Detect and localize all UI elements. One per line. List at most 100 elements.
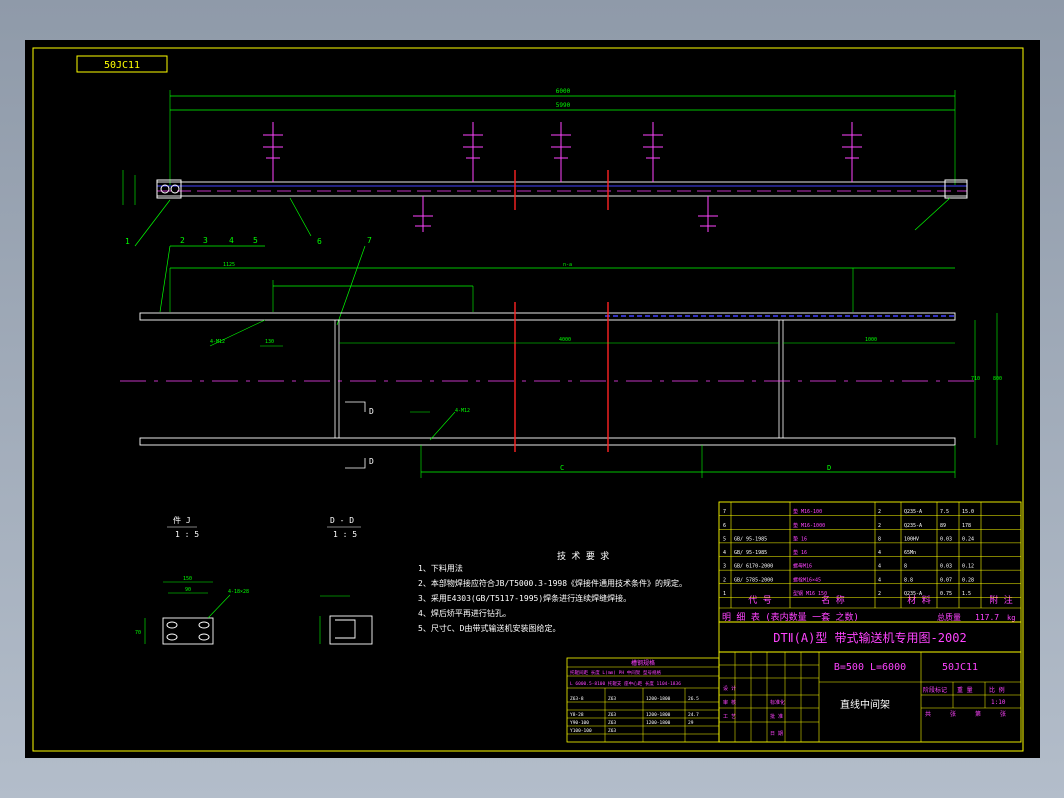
parts-cell-no: 4 (723, 550, 726, 556)
parts-cell-code: GB/ 95-1985 (734, 536, 767, 542)
parts-cell-mat: 100HV (904, 536, 919, 542)
parts-cell-w1: 0.03 (940, 536, 952, 542)
callout-2: 2 (180, 236, 185, 245)
parts-cell-w1: 0.07 (940, 577, 952, 583)
scale-label: 比 例 (989, 686, 1005, 694)
bolt-label-left: 4-M12 (210, 339, 225, 345)
tech-req-3: 3、采用E4303(GB/T5117-1995)焊条进行连续焊缝焊接。 (418, 593, 631, 603)
callout-5: 5 (253, 236, 258, 245)
parts-cell-qty: 4 (878, 577, 881, 583)
parts-cell-w1: 0.03 (940, 564, 952, 570)
parts-cell-qty: 4 (878, 550, 881, 556)
cut-d-top: D (369, 407, 374, 416)
view-j-label: 件 J (173, 515, 191, 525)
parts-cell-name: 垫 16 (793, 535, 807, 542)
detail-70: 70 (135, 630, 141, 636)
spec-cell: 1200-1800 (646, 712, 671, 718)
dim-4000: 4000 (559, 337, 571, 343)
dim-inner-text: 5990 (556, 102, 571, 109)
tech-req-4: 4、焊后矫平再进行钻孔。 (418, 608, 511, 618)
detail-holes: 4-18×28 (228, 589, 249, 595)
spec-table-note1: 托辊间距 长度 L(mm) PH 中间架 型号规格 (570, 669, 662, 676)
tech-req-5: 5、尺寸C、D由带式输送机安装图给定。 (418, 623, 560, 633)
parts-cell-mat: 8.8 (904, 577, 913, 583)
drawing-no: 50JC11 (942, 662, 978, 673)
tech-req-1: 1、下料用法 (418, 563, 463, 573)
parts-cell-mat: Q235-A (904, 591, 922, 597)
parts-cell-qty: 2 (878, 523, 881, 529)
sheet-no: 第 (975, 710, 981, 718)
parts-cell-mat: 65Mn (904, 550, 916, 556)
parts-cell-code: GB/ 95-1985 (734, 550, 767, 556)
dim-1000: 1000 (865, 337, 877, 343)
stage-label: 阶段标记 (923, 686, 947, 694)
rail-spec-table: 槽钢规格 托辊间距 长度 L(mm) PH 中间架 型号规格 L 6000.5-… (566, 657, 720, 743)
scale-value: 1:10 (991, 699, 1006, 706)
spec-text: B=500 L=6000 (834, 662, 906, 673)
mingxi-label: 明 细 表 (表内数量 一套 之数) (722, 611, 859, 623)
parts-cell-name: 螺母M16 (793, 563, 812, 570)
spec-cell: Y100-100 (570, 728, 592, 734)
dim-d: D (827, 464, 831, 472)
sheet-no-unit: 张 (1000, 710, 1006, 718)
detail-90: 90 (185, 587, 191, 593)
parts-cell-name: 型钢 M16 150 (793, 590, 827, 597)
spec-cell: Z63 (608, 696, 616, 702)
spec-cell: Y90-100 (570, 720, 589, 726)
dim-130: 130 (265, 339, 274, 345)
dim-800: 800 (993, 376, 1002, 382)
sheet-total: 共 (925, 710, 931, 718)
callout-4: 4 (229, 236, 234, 245)
parts-cell-qty: 4 (878, 564, 881, 570)
parts-cell-w2: 0.24 (962, 536, 974, 542)
parts-cell-code: GB/ 6170-2000 (734, 564, 773, 570)
detail-j: 件 J 1 : 5 150 90 70 4-18×28 (135, 515, 249, 645)
parts-cell-no: 3 (723, 564, 726, 570)
cut-d-bottom: D (369, 457, 374, 466)
tech-req-2: 2、本部物焊接应符合JB/T5000.3-1998《焊接件通用技术条件》的规定。 (418, 578, 687, 588)
series-title: DTⅡ(A)型 带式输送机专用图-2002 (773, 630, 966, 645)
dim-span-long: n-a (563, 262, 572, 268)
parts-cell-no: 6 (723, 523, 726, 529)
sign-design: 设 计 (723, 685, 736, 692)
callout-6: 6 (317, 237, 322, 246)
detail-150: 150 (183, 576, 192, 582)
spec-cell: 1200-1800 (646, 720, 671, 726)
spec-cell: 26.5 (688, 696, 699, 702)
spec-table-title: 槽钢规格 (631, 659, 655, 667)
header-note: 附 注 (989, 594, 1012, 606)
dim-span-mid: 1125 (223, 262, 235, 268)
parts-cell-name: 垫 16 (793, 549, 807, 556)
parts-cell-w1: 0.75 (940, 591, 952, 597)
drawing-canvas[interactable]: 50JC11 6000 5990 1 6 2 3 4 5 7 1125 n-a … (25, 40, 1040, 758)
sign-process: 工 艺 (723, 714, 736, 720)
cad-viewport[interactable]: 50JC11 6000 5990 1 6 2 3 4 5 7 1125 n-a … (25, 40, 1040, 758)
part-name: 直线中间架 (840, 698, 890, 711)
weight-label: 重 量 (957, 686, 973, 694)
sign-approve: 批 准 (770, 713, 783, 720)
parts-cell-qty: 2 (878, 509, 881, 515)
tech-requirements: 技 术 要 求 1、下料用法 2、本部物焊接应符合JB/T5000.3-1998… (418, 550, 687, 633)
dim-c: C (560, 464, 564, 472)
total-weight-value: 117.7 (975, 613, 999, 622)
sign-date: 日 期 (770, 731, 783, 737)
callout-3: 3 (203, 236, 208, 245)
parts-cell-qty: 2 (878, 591, 881, 597)
header-code: 代 号 (748, 595, 771, 606)
code-box-text: 50JC11 (104, 60, 140, 71)
parts-cell-name: 垫 M16-1000 (793, 522, 825, 529)
parts-cell-no: 2 (723, 577, 726, 583)
spec-cell: 24.7 (688, 712, 699, 718)
parts-cell-w1: 7.5 (940, 509, 949, 515)
spec-cell: 29 (688, 720, 694, 726)
spec-table-note2: L 6000.5-8100 托辊支 座中心距 长度 1104-1836 (570, 680, 681, 687)
spec-cell: Z63-8 (570, 696, 584, 702)
parts-list: 代 号 名 称 材 料 附 注 明 细 表 (表内数量 一套 之数) 总质量 1… (718, 501, 1022, 623)
detail-d: D - D 1 : 5 (319, 516, 373, 645)
parts-cell-mat: Q235-A (904, 523, 922, 529)
spec-cell: Z63 (608, 712, 616, 718)
parts-cell-w1: 89 (940, 523, 946, 529)
elevation-view: 6000 5990 1 6 (122, 88, 968, 247)
sign-std: 标准化 (770, 699, 785, 706)
view-d-scale: 1 : 5 (333, 530, 357, 539)
